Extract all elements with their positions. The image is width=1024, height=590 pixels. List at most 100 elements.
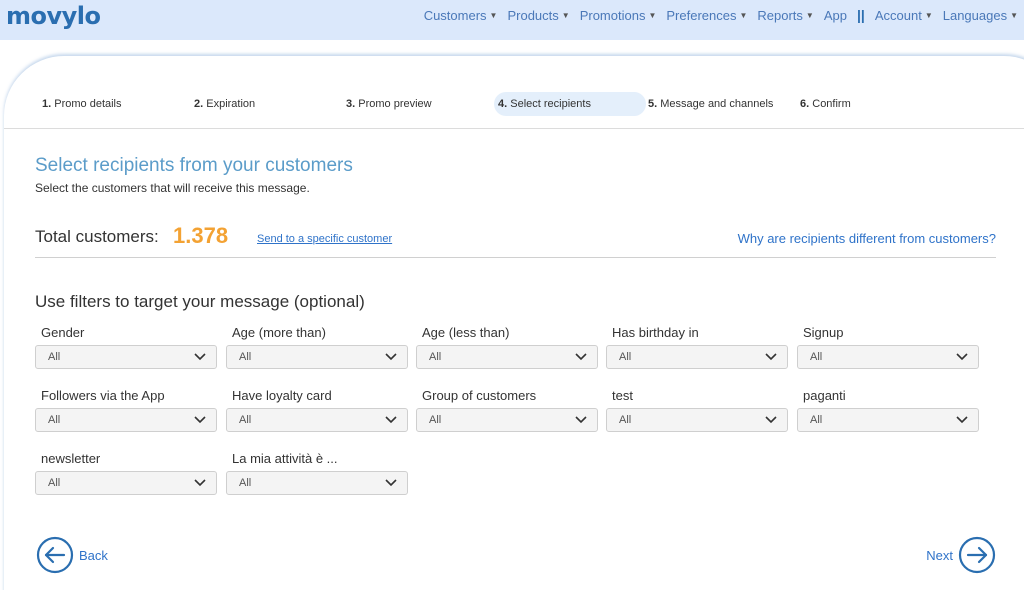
filter-select[interactable]: All — [226, 471, 408, 495]
chevron-down-icon — [956, 416, 968, 424]
chevron-down-icon — [575, 353, 587, 361]
wizard-step-1[interactable]: 1. Promo details — [38, 92, 122, 116]
next-button[interactable]: Next — [926, 536, 996, 574]
wizard-step-6[interactable]: 6. Confirm — [796, 92, 851, 116]
step-number: 2. — [194, 98, 204, 110]
filter-6: Followers via the App All — [35, 386, 217, 432]
filter-label: test — [612, 388, 633, 403]
arrow-right-circle-icon — [958, 536, 996, 574]
nav-item-preferences[interactable]: Preferences ▼ — [666, 8, 747, 23]
nav-item-reports[interactable]: Reports ▼ — [757, 8, 813, 23]
main-nav: Customers ▼ Products ▼ Promotions ▼ Preference… — [424, 0, 1018, 30]
filter-select[interactable]: All — [797, 408, 979, 432]
filter-select[interactable]: All — [226, 345, 408, 369]
back-label: Back — [79, 547, 108, 563]
nav-item-label: App — [823, 7, 847, 23]
total-customers-label: Total customers: — [35, 227, 159, 246]
top-navbar: movylo Customers ▼ Products ▼ Promotions ▼ Pre… — [0, 0, 1024, 40]
filter-label: Has birthday in — [612, 325, 699, 340]
filter-select[interactable]: All — [226, 408, 408, 432]
filter-12: La mia attività è ... All — [226, 449, 408, 495]
caret-down-icon: ▼ — [561, 10, 570, 20]
filter-select-value: All — [619, 351, 632, 363]
filter-select[interactable]: All — [35, 408, 217, 432]
filter-select-value: All — [239, 351, 252, 363]
nav-item-account[interactable]: Account ▼ — [875, 8, 933, 23]
caret-down-icon: ▼ — [805, 10, 814, 20]
section-divider — [35, 257, 996, 258]
chevron-down-icon — [575, 416, 587, 424]
nav-item-label: Promotions — [579, 7, 646, 23]
filter-select[interactable]: All — [35, 471, 217, 495]
filter-label: newsletter — [41, 451, 101, 466]
wizard-step-4[interactable]: 4. Select recipients — [494, 92, 646, 116]
chevron-down-icon — [385, 479, 397, 487]
filter-1: Gender All — [35, 323, 217, 369]
step-label: Confirm — [812, 98, 851, 110]
filters-title: Use filters to target your message (opti… — [35, 292, 365, 311]
filter-select-value: All — [48, 477, 61, 489]
brand-logo[interactable]: movylo — [6, 2, 101, 30]
chevron-down-icon — [765, 416, 777, 424]
filter-7: Have loyalty card All — [226, 386, 408, 432]
chevron-down-icon — [194, 479, 206, 487]
step-label: Select recipients — [510, 98, 591, 110]
caret-down-icon: ▼ — [648, 10, 657, 20]
step-number: 3. — [346, 98, 356, 110]
filter-select-value: All — [810, 414, 823, 426]
filter-select[interactable]: All — [416, 345, 598, 369]
nav-item-app[interactable]: App — [824, 8, 847, 23]
wizard-step-2[interactable]: 2. Expiration — [190, 92, 255, 116]
filter-select-value: All — [429, 351, 442, 363]
nav-separator: || — [856, 7, 865, 23]
filter-label: La mia attività è ... — [232, 451, 338, 466]
wizard-step-5[interactable]: 5. Message and channels — [644, 92, 773, 116]
next-label: Next — [926, 547, 953, 563]
filter-select-value: All — [810, 351, 823, 363]
filter-9: test All — [606, 386, 788, 432]
filter-label: Age (more than) — [232, 325, 326, 340]
chevron-down-icon — [194, 416, 206, 424]
filter-select[interactable]: All — [416, 408, 598, 432]
wizard-step-3[interactable]: 3. Promo preview — [342, 92, 432, 116]
step-number: 4. — [498, 98, 508, 110]
nav-item-customers[interactable]: Customers ▼ — [424, 8, 498, 23]
filter-10: paganti All — [797, 386, 979, 432]
nav-item-label: Customers — [423, 7, 487, 23]
nav-item-promotions[interactable]: Promotions ▼ — [580, 8, 657, 23]
step-label: Promo preview — [358, 98, 432, 110]
send-to-specific-customer-link[interactable]: Send to a specific customer — [257, 233, 392, 245]
chevron-down-icon — [194, 353, 206, 361]
filter-label: Followers via the App — [41, 388, 165, 403]
filter-select-value: All — [239, 414, 252, 426]
nav-item-products[interactable]: Products ▼ — [507, 8, 569, 23]
arrow-left-circle-icon — [36, 536, 74, 574]
filter-label: Gender — [41, 325, 85, 340]
steps-divider — [4, 128, 1024, 129]
step-number: 1. — [42, 98, 52, 110]
filter-select[interactable]: All — [606, 408, 788, 432]
chevron-down-icon — [385, 353, 397, 361]
nav-item-label: Languages — [942, 7, 1008, 23]
filter-3: Age (less than) All — [416, 323, 598, 369]
filter-8: Group of customers All — [416, 386, 598, 432]
filter-4: Has birthday in All — [606, 323, 788, 369]
filter-5: Signup All — [797, 323, 979, 369]
nav-item-languages[interactable]: Languages ▼ — [943, 8, 1018, 23]
chevron-down-icon — [385, 416, 397, 424]
filter-select[interactable]: All — [35, 345, 217, 369]
filter-label: Have loyalty card — [232, 388, 332, 403]
filter-label: Group of customers — [422, 388, 537, 403]
page-title: Select recipients from your customers — [35, 155, 353, 176]
step-label: Message and channels — [660, 98, 774, 110]
filter-select[interactable]: All — [797, 345, 979, 369]
filter-select[interactable]: All — [606, 345, 788, 369]
back-button[interactable]: Back — [36, 536, 108, 574]
filter-select-value: All — [619, 414, 632, 426]
logo-text: movylo — [6, 2, 101, 30]
why-recipients-different-link[interactable]: Why are recipients different from custom… — [738, 231, 996, 246]
step-label: Promo details — [54, 98, 122, 110]
caret-down-icon: ▼ — [924, 10, 933, 20]
nav-item-label: Preferences — [666, 7, 737, 23]
caret-down-icon: ▼ — [489, 10, 498, 20]
